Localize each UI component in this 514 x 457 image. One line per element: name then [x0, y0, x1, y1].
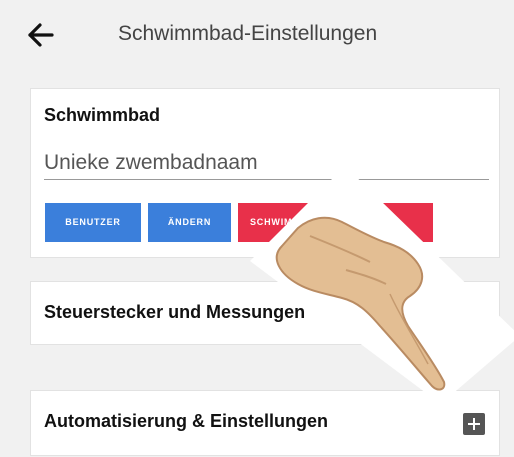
- section-title: Automatisierung & Einstellungen: [44, 411, 329, 431]
- plus-square-icon[interactable]: [463, 413, 485, 435]
- page-title: Schwimmbad-Einstellungen: [118, 22, 378, 45]
- back-button[interactable]: [26, 20, 56, 50]
- app-header: Schwimmbad-Einstellungen: [0, 0, 514, 74]
- pointing-hand-icon: [250, 166, 514, 396]
- users-button[interactable]: BENUTZER: [45, 203, 141, 242]
- pool-card-title: Schwimmbad: [44, 105, 161, 125]
- edit-button[interactable]: ÄNDERN: [148, 203, 231, 242]
- section-automation-settings[interactable]: Automatisierung & Einstellungen: [30, 390, 500, 456]
- arrow-left-icon: [28, 23, 54, 47]
